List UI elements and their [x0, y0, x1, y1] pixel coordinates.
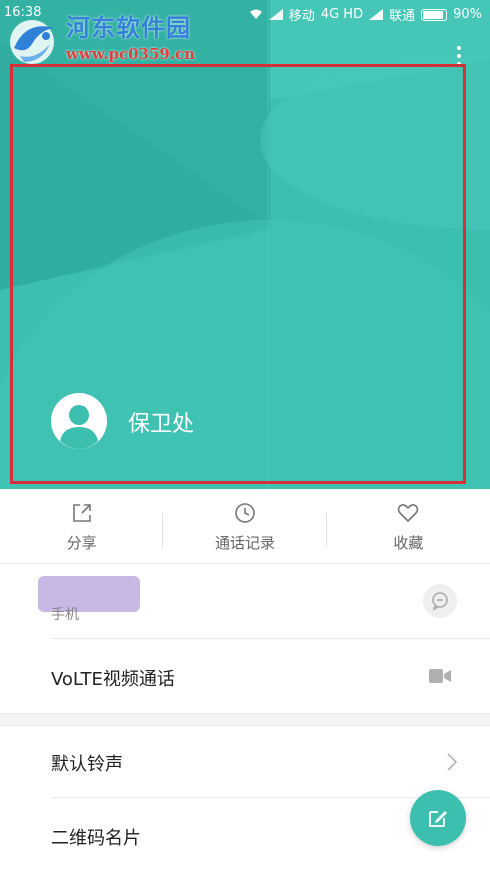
default-ringtone-row[interactable]: 默认铃声 — [0, 726, 490, 798]
edit-contact-button[interactable] — [410, 790, 466, 846]
section-divider — [0, 713, 490, 726]
action-bar: 分享 通话记录 收藏 — [0, 489, 490, 564]
share-button[interactable]: 分享 — [0, 489, 164, 563]
share-icon — [72, 504, 91, 522]
contact-name: 保卫处 — [128, 412, 195, 437]
volte-label: VoLTE视频通话 — [51, 669, 175, 690]
video-camera-icon[interactable] — [429, 667, 451, 685]
watermark-logo-icon — [10, 20, 54, 64]
carrier-1: 移动 — [288, 9, 315, 24]
carrier-2: 联通 — [389, 9, 416, 24]
chevron-right-icon — [447, 753, 458, 771]
watermark: 河东软件园 www.pc0359.cn — [6, 14, 195, 66]
watermark-url: www.pc0359.cn — [66, 45, 196, 63]
message-icon — [432, 592, 448, 611]
ringtone-label: 默认铃声 — [51, 754, 123, 775]
battery-icon — [421, 8, 448, 21]
call-log-label: 通话记录 — [214, 534, 275, 552]
heart-icon — [398, 504, 419, 522]
share-label: 分享 — [66, 534, 97, 552]
phone-number-row[interactable]: 手机 — [0, 564, 490, 639]
clock-icon — [235, 503, 255, 523]
more-options-icon[interactable] — [454, 46, 464, 66]
edit-icon — [429, 811, 447, 827]
wifi-icon — [249, 9, 262, 19]
message-button[interactable] — [423, 584, 457, 618]
qr-card-label: 二维码名片 — [51, 828, 141, 849]
signal-icon-2 — [369, 9, 384, 20]
phone-type-label: 手机 — [51, 607, 79, 623]
status-indicators: 移动 4G HD 联通 90% — [249, 5, 482, 24]
signal-icon — [268, 9, 283, 20]
favorite-label: 收藏 — [393, 534, 424, 552]
battery-level: 90% — [453, 7, 482, 22]
volte-video-call-row[interactable]: VoLTE视频通话 — [0, 639, 490, 713]
person-icon — [52, 394, 106, 449]
avatar[interactable] — [51, 393, 107, 449]
favorite-button[interactable]: 收藏 — [327, 489, 490, 563]
contact-header: 16:38 移动 4G HD 联通 90% 河东软件园 www.pc0359.c… — [0, 0, 490, 489]
watermark-title: 河东软件园 — [66, 13, 191, 42]
call-log-button[interactable]: 通话记录 — [163, 489, 327, 563]
network-type: 4G HD — [320, 7, 364, 22]
